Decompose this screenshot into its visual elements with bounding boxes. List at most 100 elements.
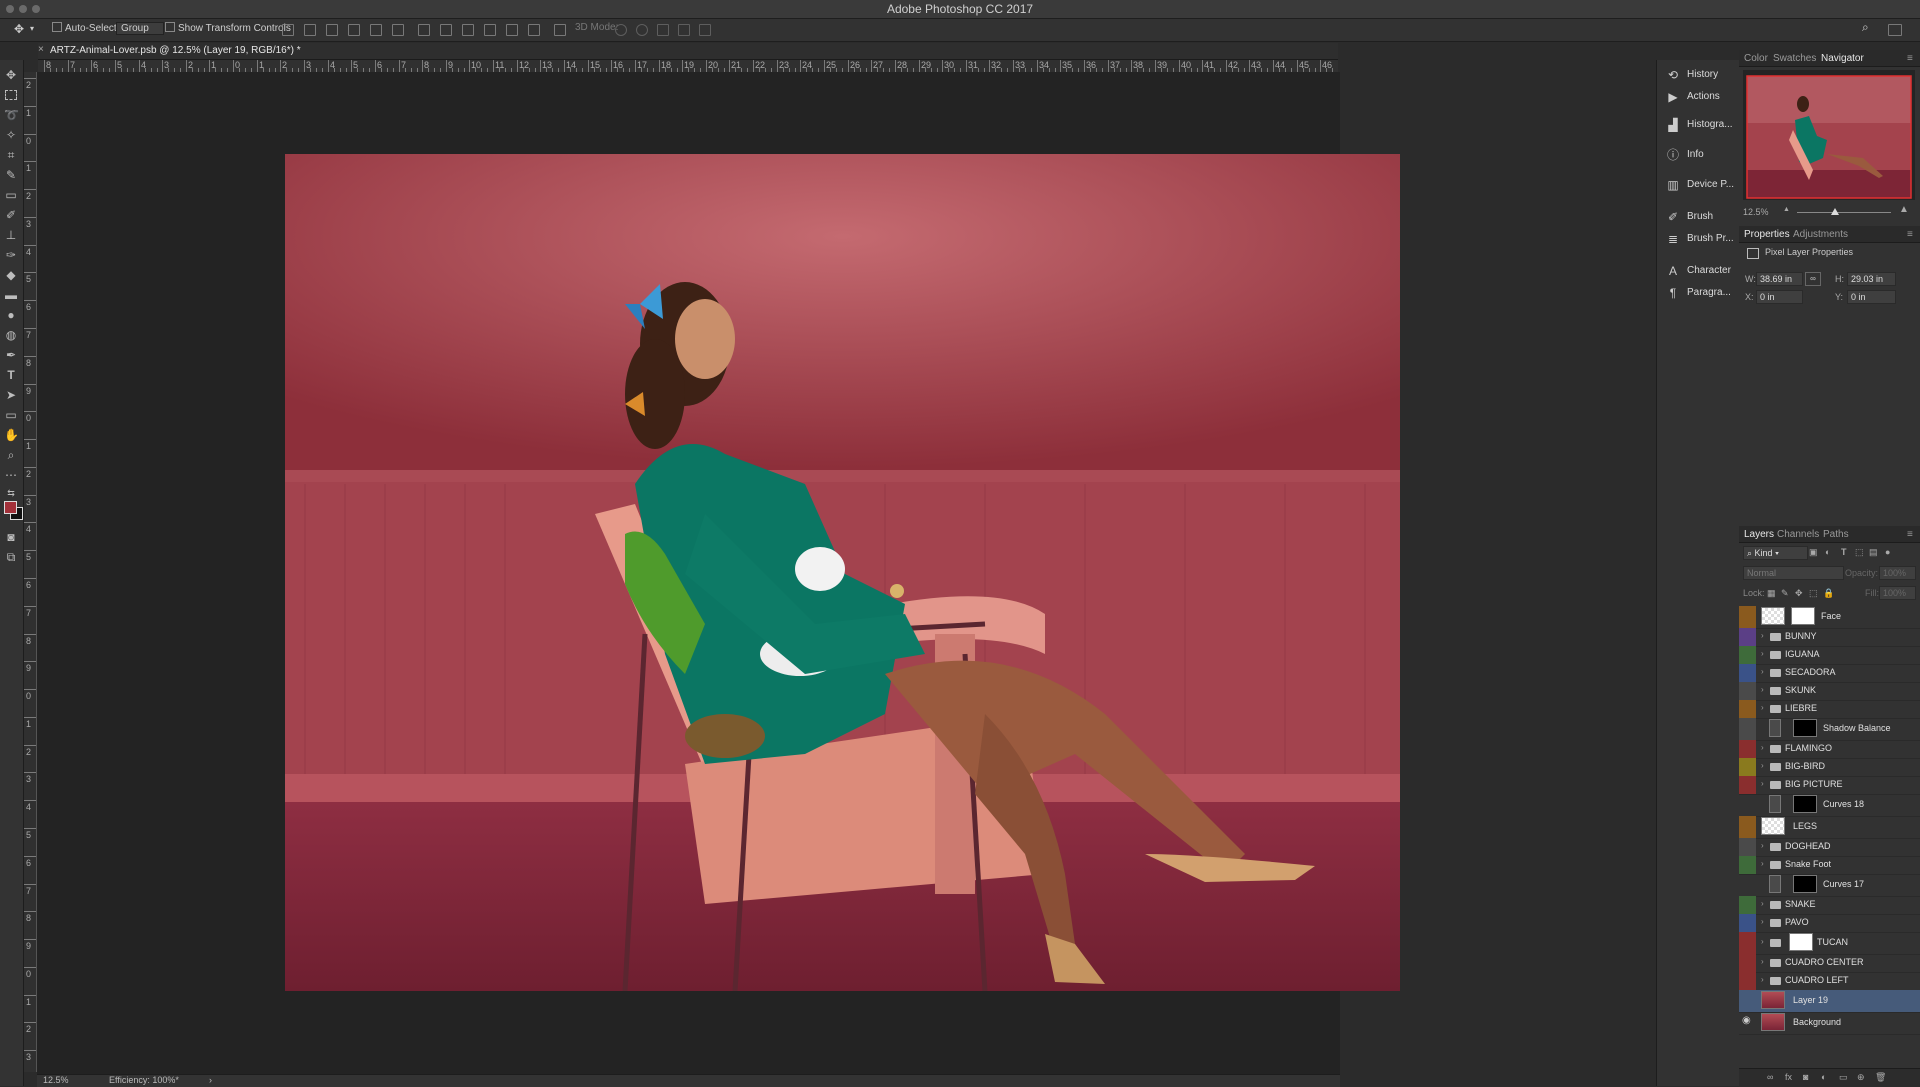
- 3d-rotate-icon[interactable]: [615, 24, 627, 36]
- layer-row[interactable]: › CUADRO CENTER: [1739, 954, 1920, 973]
- chevron-right-icon[interactable]: ›: [209, 1075, 212, 1085]
- rectangle-tool-icon[interactable]: ▭: [4, 408, 18, 422]
- expand-group-icon[interactable]: ›: [1761, 899, 1764, 908]
- layer-style-icon[interactable]: fx: [1785, 1072, 1792, 1082]
- layer-visibility-toggle[interactable]: [1739, 896, 1756, 914]
- more-tools-icon[interactable]: ⋯: [4, 468, 18, 482]
- layer-visibility-toggle[interactable]: [1739, 914, 1756, 932]
- 3d-scale-icon[interactable]: [699, 24, 711, 36]
- distribute-bottom-icon[interactable]: [462, 24, 474, 36]
- expand-group-icon[interactable]: ›: [1761, 937, 1764, 946]
- eyedropper-tool-icon[interactable]: ✎: [4, 168, 18, 182]
- layer-row[interactable]: › BUNNY: [1739, 628, 1920, 647]
- tab-navigator[interactable]: Navigator: [1821, 53, 1864, 64]
- navigator-zoom-value[interactable]: 12.5%: [1743, 207, 1769, 217]
- layer-row[interactable]: Layer 19: [1739, 990, 1920, 1013]
- expand-group-icon[interactable]: ›: [1761, 841, 1764, 850]
- y-field[interactable]: 0 in: [1847, 290, 1896, 304]
- pen-tool-icon[interactable]: ✒: [4, 348, 18, 362]
- new-group-icon[interactable]: ▭: [1839, 1072, 1848, 1083]
- layer-mask-thumbnail[interactable]: [1793, 875, 1817, 893]
- layer-visibility-toggle[interactable]: [1739, 794, 1756, 816]
- new-layer-icon[interactable]: ⊕: [1857, 1072, 1865, 1083]
- panel-item-device-p[interactable]: ▥ Device P...: [1663, 176, 1739, 194]
- status-zoom[interactable]: 12.5%: [43, 1075, 69, 1085]
- history-brush-tool-icon[interactable]: ✑: [4, 248, 18, 262]
- healing-brush-tool-icon[interactable]: ▭: [4, 188, 18, 202]
- layer-row[interactable]: › SKUNK: [1739, 682, 1920, 701]
- layer-visibility-toggle[interactable]: [1739, 990, 1756, 1012]
- auto-select-checkbox[interactable]: Auto-Select:: [52, 22, 119, 34]
- new-adjustment-icon[interactable]: ◐: [1821, 1072, 1826, 1082]
- layer-visibility-toggle[interactable]: [1739, 758, 1756, 776]
- panel-menu-icon[interactable]: ≡: [1907, 229, 1913, 240]
- tab-channels[interactable]: Channels: [1777, 529, 1819, 540]
- layer-visibility-toggle[interactable]: [1739, 874, 1756, 896]
- layer-row[interactable]: › SECADORA: [1739, 664, 1920, 683]
- layer-row[interactable]: › DOGHEAD: [1739, 838, 1920, 857]
- expand-group-icon[interactable]: ›: [1761, 975, 1764, 984]
- magic-wand-tool-icon[interactable]: ✧: [4, 128, 18, 142]
- filter-smartobject-icon[interactable]: ▤: [1869, 547, 1878, 558]
- blend-mode-dropdown[interactable]: Normal: [1743, 566, 1844, 580]
- layer-row[interactable]: › BIG PICTURE: [1739, 776, 1920, 795]
- link-icon[interactable]: ∞: [1805, 272, 1821, 286]
- layer-visibility-toggle[interactable]: [1739, 646, 1756, 664]
- layer-thumbnail[interactable]: [1761, 817, 1785, 835]
- panel-item-brush[interactable]: ✐ Brush: [1663, 208, 1739, 226]
- layer-visibility-toggle[interactable]: [1739, 628, 1756, 646]
- align-vcenter-icon[interactable]: [304, 24, 316, 36]
- tab-adjustments[interactable]: Adjustments: [1793, 229, 1848, 240]
- expand-group-icon[interactable]: ›: [1761, 779, 1764, 788]
- navigator-zoom-slider[interactable]: [1797, 212, 1891, 213]
- tab-color[interactable]: Color: [1744, 53, 1768, 64]
- layer-row[interactable]: › FLAMINGO: [1739, 740, 1920, 759]
- path-selection-tool-icon[interactable]: ➤: [4, 388, 18, 402]
- layer-row[interactable]: › TUCAN: [1739, 932, 1920, 955]
- expand-group-icon[interactable]: ›: [1761, 703, 1764, 712]
- lock-image-icon[interactable]: ✎: [1781, 588, 1789, 599]
- dodge-tool-icon[interactable]: ◍: [4, 328, 18, 342]
- panel-item-actions[interactable]: ▶ Actions: [1663, 88, 1739, 106]
- document-canvas-image[interactable]: [285, 154, 1400, 991]
- document-tab[interactable]: × ARTZ-Animal-Lover.psb @ 12.5% (Layer 1…: [38, 43, 1338, 60]
- layer-visibility-toggle[interactable]: [1739, 606, 1756, 628]
- expand-group-icon[interactable]: ›: [1761, 957, 1764, 966]
- layer-row[interactable]: › PAVO: [1739, 914, 1920, 933]
- layer-mask-thumbnail[interactable]: [1791, 607, 1815, 625]
- show-transform-checkbox[interactable]: Show Transform Controls: [165, 22, 291, 34]
- filter-type-icon[interactable]: T: [1841, 547, 1847, 557]
- panel-item-character[interactable]: A Character: [1663, 262, 1739, 280]
- layer-visibility-toggle[interactable]: [1739, 718, 1756, 740]
- layer-row[interactable]: Curves 18: [1739, 794, 1920, 817]
- layer-visibility-toggle[interactable]: [1739, 664, 1756, 682]
- expand-group-icon[interactable]: ›: [1761, 859, 1764, 868]
- layer-thumbnail[interactable]: [1761, 607, 1785, 625]
- height-field[interactable]: 29.03 in: [1847, 272, 1896, 286]
- foreground-color-swatch[interactable]: [4, 501, 17, 514]
- eraser-tool-icon[interactable]: ◆: [4, 268, 18, 282]
- zoom-tool-icon[interactable]: ⌕: [4, 448, 18, 462]
- blur-tool-icon[interactable]: ●: [4, 308, 18, 322]
- panel-item-info[interactable]: ⓘ Info: [1663, 146, 1739, 164]
- lasso-tool-icon[interactable]: ➰: [4, 108, 19, 122]
- distribute-left-icon[interactable]: [484, 24, 496, 36]
- chevron-down-icon[interactable]: ▾: [30, 24, 34, 33]
- lock-position-icon[interactable]: ✥: [1795, 588, 1803, 599]
- type-tool-icon[interactable]: T: [4, 368, 18, 382]
- layer-row[interactable]: ◉ Background: [1739, 1012, 1920, 1035]
- brush-tool-icon[interactable]: ✐: [4, 208, 18, 222]
- expand-group-icon[interactable]: ›: [1761, 743, 1764, 752]
- panel-item-histogra[interactable]: ▟ Histogra...: [1663, 116, 1739, 134]
- opacity-field[interactable]: 100%: [1879, 566, 1916, 580]
- layer-mask-thumbnail[interactable]: [1793, 795, 1817, 813]
- filter-adjustment-icon[interactable]: ◐: [1825, 547, 1830, 557]
- layer-visibility-toggle[interactable]: ◉: [1739, 1012, 1756, 1034]
- filter-pixel-icon[interactable]: ▣: [1809, 547, 1818, 558]
- eye-icon[interactable]: ◉: [1742, 1015, 1751, 1026]
- x-field[interactable]: 0 in: [1756, 290, 1803, 304]
- close-tab-icon[interactable]: ×: [38, 44, 44, 55]
- group-mask-thumbnail[interactable]: [1789, 933, 1813, 951]
- panel-menu-icon[interactable]: ≡: [1907, 53, 1913, 64]
- filter-shape-icon[interactable]: ⬚: [1855, 547, 1864, 558]
